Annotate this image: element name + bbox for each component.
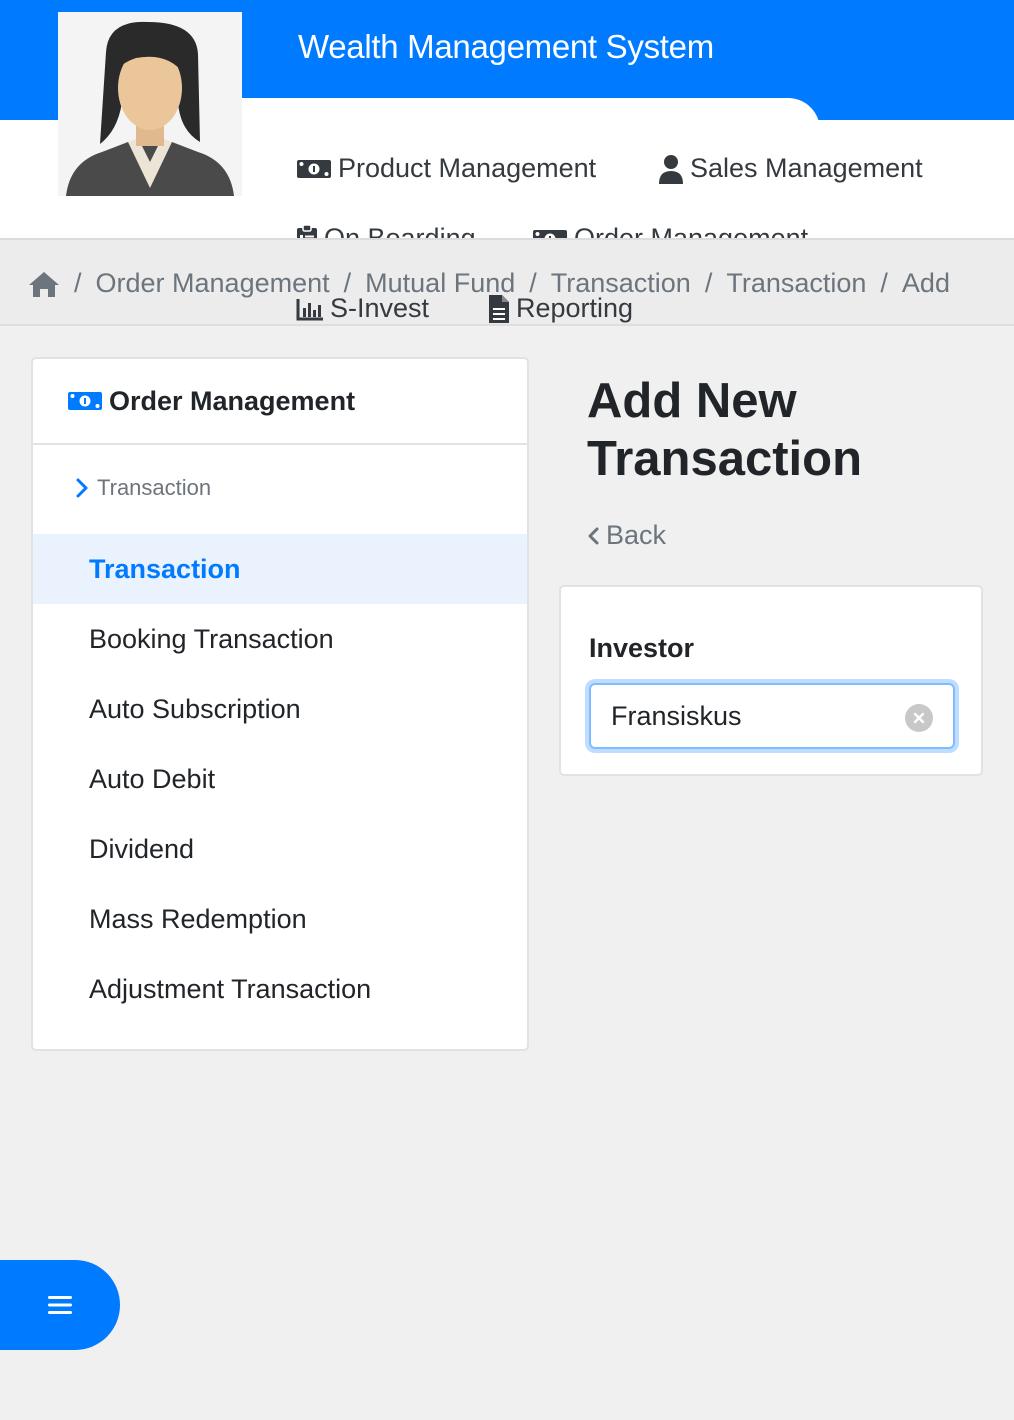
sidebar-item-dividend[interactable]: Dividend	[33, 814, 527, 884]
page-title: Add New Transaction	[587, 374, 863, 486]
back-link[interactable]: Back	[586, 520, 666, 551]
breadcrumb-item: Add	[901, 268, 950, 298]
breadcrumb-separator: /	[704, 268, 713, 298]
sidebar-item-transaction[interactable]: Transaction	[33, 534, 527, 604]
nav-label: Product Management	[338, 153, 597, 183]
nav-s-invest[interactable]: S-Invest	[296, 293, 429, 324]
investor-label: Investor	[589, 633, 695, 663]
clear-icon[interactable]	[905, 704, 933, 732]
sidebar-title: Order Management	[109, 385, 356, 416]
menu-icon	[48, 1296, 72, 1314]
back-label: Back	[606, 520, 667, 550]
user-avatar[interactable]	[58, 12, 242, 196]
sidebar-section-label: Transaction	[97, 475, 212, 500]
nav-sales-management[interactable]: Sales Management	[658, 153, 923, 184]
app-title: Wealth Management System	[298, 28, 714, 65]
money-bill-icon	[297, 159, 331, 178]
x-mark	[913, 712, 925, 724]
menu-toggle-button[interactable]	[0, 1260, 120, 1350]
chevron-right-icon	[76, 478, 88, 498]
chart-bar-icon	[296, 298, 323, 320]
money-bill-icon	[68, 392, 102, 410]
user-icon	[659, 154, 683, 184]
investor-field	[589, 683, 955, 749]
breadcrumb-separator: /	[74, 268, 82, 298]
sidebar-card: Order Management Transaction Transaction…	[31, 357, 529, 1051]
investor-form-card: Investor	[559, 585, 983, 776]
sidebar-item-adjustment-transaction[interactable]: Adjustment Transaction	[33, 954, 527, 1024]
chevron-left-icon	[588, 527, 599, 544]
sidebar-item-booking-transaction[interactable]: Booking Transaction	[33, 604, 527, 674]
nav-product-management[interactable]: Product Management	[296, 153, 596, 184]
nav-reporting[interactable]: Reporting	[488, 293, 633, 324]
sidebar-header: Order Management	[33, 359, 527, 445]
nav-label: Sales Management	[690, 153, 923, 183]
file-icon	[489, 294, 509, 323]
breadcrumb-item[interactable]: Order Management	[96, 268, 330, 299]
home-icon[interactable]	[28, 270, 60, 298]
breadcrumb-separator: /	[880, 268, 888, 298]
nav-panel	[242, 98, 820, 158]
sidebar-item-mass-redemption[interactable]: Mass Redemption	[33, 884, 527, 954]
sidebar-item-auto-debit[interactable]: Auto Debit	[33, 744, 527, 814]
breadcrumb-item[interactable]: Transaction	[726, 268, 866, 299]
user-avatar-icon	[58, 12, 242, 196]
sidebar-section-transaction[interactable]: Transaction	[75, 475, 211, 501]
investor-input[interactable]	[591, 685, 953, 747]
sidebar-item-auto-subscription[interactable]: Auto Subscription	[33, 674, 527, 744]
nav-label: Reporting	[516, 293, 634, 323]
nav-label: S-Invest	[330, 293, 430, 323]
